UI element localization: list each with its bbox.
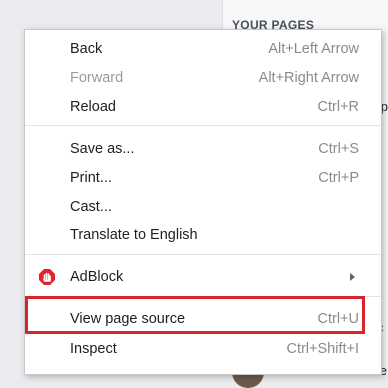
menu-item-label: Translate to English bbox=[70, 227, 198, 243]
menu-item-label: AdBlock bbox=[70, 269, 124, 285]
menu-item-shortcut: Alt+Left Arrow bbox=[268, 41, 359, 57]
submenu-arrow-icon bbox=[350, 273, 355, 281]
menu-item-forward[interactable]: Forward Alt+Right Arrow bbox=[25, 64, 381, 92]
menu-item-label: Inspect bbox=[70, 341, 117, 357]
adblock-icon bbox=[39, 269, 55, 285]
menu-item-label: Back bbox=[70, 41, 103, 57]
menu-item-shortcut: Ctrl+P bbox=[318, 170, 359, 186]
menu-item-cast[interactable]: Cast... bbox=[25, 193, 381, 221]
menu-item-adblock[interactable]: AdBlock bbox=[25, 263, 381, 291]
menu-item-back[interactable]: Back Alt+Left Arrow bbox=[25, 35, 381, 63]
menu-item-shortcut: Ctrl+R bbox=[317, 99, 360, 115]
menu-item-translate[interactable]: Translate to English bbox=[25, 221, 381, 249]
menu-separator bbox=[25, 125, 381, 126]
menu-item-shortcut: Ctrl+Shift+I bbox=[286, 341, 359, 357]
menu-item-save-as[interactable]: Save as... Ctrl+S bbox=[25, 135, 381, 163]
highlight-box bbox=[25, 296, 365, 334]
menu-item-label: Reload bbox=[70, 99, 116, 115]
menu-item-label: Save as... bbox=[70, 141, 135, 157]
context-menu: Back Alt+Left Arrow Forward Alt+Right Ar… bbox=[24, 29, 382, 375]
menu-item-label: Print... bbox=[70, 170, 112, 186]
menu-item-label: Forward bbox=[70, 70, 124, 86]
menu-item-shortcut: Ctrl+S bbox=[318, 141, 359, 157]
menu-item-label: Cast... bbox=[70, 199, 112, 215]
menu-separator bbox=[25, 254, 381, 255]
menu-item-inspect[interactable]: Inspect Ctrl+Shift+I bbox=[25, 335, 381, 363]
menu-item-shortcut: Alt+Right Arrow bbox=[258, 70, 359, 86]
menu-item-print[interactable]: Print... Ctrl+P bbox=[25, 164, 381, 192]
menu-item-reload[interactable]: Reload Ctrl+R bbox=[25, 93, 381, 121]
